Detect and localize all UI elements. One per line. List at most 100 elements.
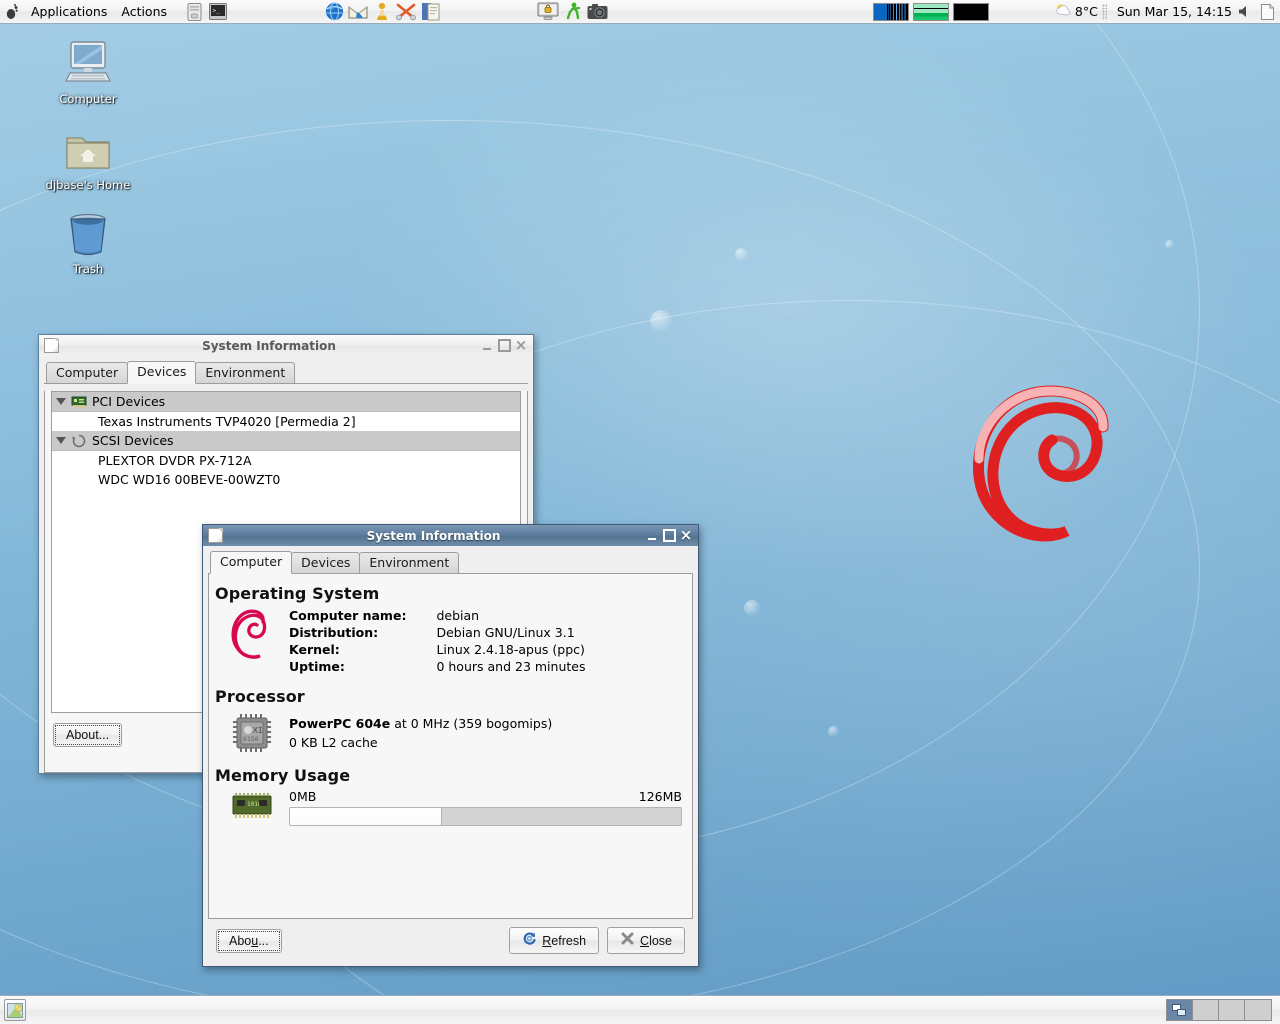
computer-icon [36, 36, 140, 88]
processor-section: XI 6150 PowerPC 604e at 0 MHz (359 bog [211, 710, 690, 754]
workspace-2[interactable] [1193, 1000, 1219, 1020]
window-app-icon [208, 528, 223, 543]
clock-text: Sun Mar 15, 14:15 [1117, 4, 1232, 19]
window-app-icon [44, 338, 59, 353]
memory-max-label: 126MB [639, 789, 682, 804]
workspace-switcher[interactable] [1166, 999, 1272, 1021]
clock-applet[interactable]: Sun Mar 15, 14:15 [1111, 4, 1280, 20]
contacts-icon[interactable] [371, 1, 393, 23]
os-key-distribution: Distribution: [289, 624, 436, 641]
wallpaper-bubble [828, 726, 839, 737]
refresh-button[interactable]: Refresh [509, 927, 599, 954]
window-titlebar[interactable]: System Information [203, 525, 698, 546]
svg-text:>_: >_ [213, 8, 221, 15]
desktop-icon-home[interactable]: djbase's Home [36, 122, 140, 192]
panel-grip[interactable] [1102, 4, 1107, 20]
file-manager-icon[interactable] [183, 1, 205, 23]
email-icon[interactable] [347, 1, 369, 23]
os-key-computer-name: Computer name: [289, 607, 436, 624]
os-info-table: Computer name: debian Distribution: Debi… [289, 607, 585, 675]
memory-progress-bar [289, 807, 682, 826]
tab-bar: Computer Devices Environment [44, 361, 528, 384]
os-section-heading: Operating System [215, 584, 690, 603]
tree-item-hard-disk[interactable]: WDC WD16 00BEVE-00WZT0 [52, 470, 520, 489]
workspace-3[interactable] [1219, 1000, 1245, 1020]
workspace-window-thumb [1177, 1009, 1186, 1016]
tree-group-scsi[interactable]: SCSI Devices [52, 431, 520, 451]
processor-section-heading: Processor [215, 687, 690, 706]
home-folder-icon [36, 122, 140, 174]
tree-item-pci-device[interactable]: Texas Instruments TVP4020 [Permedia 2] [52, 412, 520, 431]
about-button[interactable]: Abou... [216, 929, 282, 953]
scsi-icon [71, 434, 87, 448]
table-row: Kernel: Linux 2.4.18-apus (ppc) [289, 641, 585, 658]
tree-group-label: SCSI Devices [92, 433, 174, 448]
about-button[interactable]: About... [53, 723, 122, 747]
memory-section-heading: Memory Usage [215, 766, 690, 785]
close-button-dialog[interactable]: Close [607, 927, 685, 954]
weather-applet[interactable]: 8°C [1055, 3, 1098, 21]
text-editor-icon[interactable] [419, 1, 441, 23]
wallpaper-bubble [735, 248, 748, 261]
os-section: Computer name: debian Distribution: Debi… [211, 607, 690, 675]
gnome-foot-icon[interactable] [1, 1, 23, 23]
minimize-button[interactable] [479, 338, 495, 353]
sticky-note-icon[interactable] [1261, 4, 1274, 20]
maximize-button[interactable] [496, 338, 512, 353]
pci-card-icon [71, 395, 87, 409]
network-monitor-applet[interactable] [953, 3, 989, 21]
menu-applications[interactable]: Applications [24, 2, 114, 21]
wallpaper-bubble [1165, 240, 1174, 249]
desktop-icon-label: Computer [36, 92, 140, 106]
tab-computer[interactable]: Computer [46, 362, 128, 383]
desktop-icon-trash[interactable]: Trash [36, 206, 140, 276]
close-button[interactable] [513, 338, 529, 353]
wallpaper-bubble [650, 310, 672, 332]
os-value-kernel: Linux 2.4.18-apus (ppc) [436, 641, 585, 658]
tab-environment[interactable]: Environment [359, 552, 459, 573]
memory-progress-fill [290, 808, 442, 825]
screenshot-icon[interactable] [586, 1, 608, 23]
tree-item-optical-drive[interactable]: PLEXTOR DVDR PX-712A [52, 451, 520, 470]
processor-details: PowerPC 604e at 0 MHz (359 bogomips) 0 K… [289, 710, 552, 750]
tree-group-label: PCI Devices [92, 394, 165, 409]
computer-tab-panel: Operating System Computer name: debian D… [208, 574, 693, 919]
memory-min-label: 0MB [289, 789, 316, 804]
window-titlebar[interactable]: System Information [39, 335, 533, 356]
lock-screen-icon[interactable] [535, 1, 560, 23]
close-button[interactable] [678, 528, 694, 543]
show-desktop-icon[interactable] [4, 999, 26, 1021]
tab-devices[interactable]: Devices [291, 552, 360, 573]
maximize-button[interactable] [661, 528, 677, 543]
cpu-monitor-applet[interactable] [873, 3, 909, 21]
terminal-icon[interactable]: >_ [207, 1, 229, 23]
minimize-button[interactable] [644, 528, 660, 543]
workspace-4[interactable] [1245, 1000, 1271, 1020]
tab-computer[interactable]: Computer [210, 551, 292, 574]
memory-monitor-applet[interactable] [913, 3, 949, 21]
table-row: Uptime: 0 hours and 23 minutes [289, 658, 585, 675]
workspace-1[interactable] [1167, 1000, 1193, 1020]
front-action-bar: Abou... Refresh Close [208, 919, 693, 962]
memory-section: 1010 [211, 789, 690, 826]
cpu-chip-icon: XI 6150 [225, 710, 279, 754]
system-information-window-active[interactable]: System Information Computer Devices Envi… [202, 524, 699, 967]
run-application-icon[interactable] [562, 1, 584, 23]
table-row: Distribution: Debian GNU/Linux 3.1 [289, 624, 585, 641]
speaker-icon[interactable] [1237, 4, 1252, 19]
window-tasklist[interactable] [26, 996, 1166, 1024]
os-value-uptime: 0 hours and 23 minutes [436, 658, 585, 675]
tree-group-pci[interactable]: PCI Devices [52, 392, 520, 412]
desktop-icon-computer[interactable]: Computer [36, 36, 140, 106]
os-key-kernel: Kernel: [289, 641, 436, 658]
games-icon[interactable] [395, 1, 417, 23]
expander-open-icon[interactable] [56, 437, 66, 444]
tab-devices[interactable]: Devices [127, 361, 196, 384]
menu-actions[interactable]: Actions [114, 2, 174, 21]
expander-open-icon[interactable] [56, 398, 66, 405]
bottom-panel [0, 995, 1280, 1024]
svg-text:6150: 6150 [243, 735, 259, 743]
dialog-right-buttons: Refresh Close [509, 927, 685, 954]
tab-environment[interactable]: Environment [195, 362, 295, 383]
web-browser-icon[interactable] [323, 1, 345, 23]
